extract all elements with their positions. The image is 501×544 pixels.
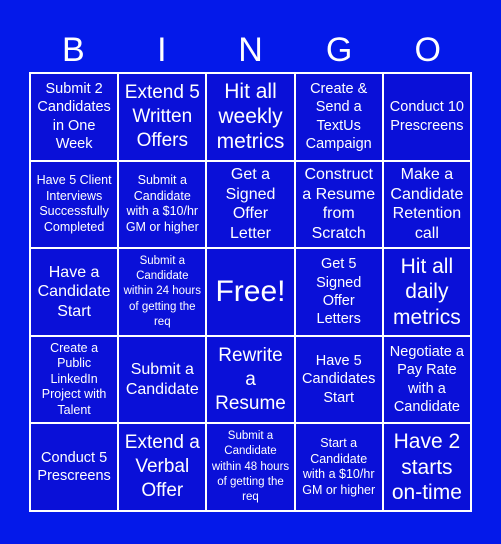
cell-text: Get 5 Signed Offer Letters	[316, 256, 362, 328]
bingo-cell-r2c1[interactable]: Have 5 Client Interviews Successfully Co…	[31, 161, 118, 248]
cell-text: Hit all weekly metrics	[216, 80, 285, 154]
cell-text: Submit a Candidate	[125, 361, 199, 398]
bingo-cell-r4c2[interactable]: Submit a Candidate	[119, 336, 206, 423]
bingo-cell-r5c2[interactable]: Extend a Verbal Offer	[119, 424, 206, 510]
bingo-cell-r3c5[interactable]: Hit all daily metrics	[383, 249, 470, 335]
bingo-cell-r1c2[interactable]: Extend 5 Written Offers	[119, 74, 206, 160]
bingo-cell-r4c3[interactable]: Rewrite a Resume	[207, 336, 294, 423]
cell-text: Extend a Verbal Offer	[124, 432, 200, 502]
bingo-cell-r4c5[interactable]: Negotiate a Pay Rate with a Candidate	[383, 336, 470, 423]
header-letter-o: O	[414, 31, 441, 69]
bingo-cell-r3c2[interactable]: Submit a Candidate within 24 hours of ge…	[119, 249, 206, 335]
cell-text: Make a Candidate Retention call	[390, 166, 464, 242]
header-letter-i: I	[157, 31, 167, 69]
bingo-header: B I N G O	[29, 28, 472, 72]
cell-text: Extend 5 Written Offers	[124, 81, 200, 151]
bingo-cell-r2c2[interactable]: Submit a Candidate with a $10/hr GM or h…	[119, 161, 206, 248]
cell-text: Start a Candidate with a $10/hr GM or hi…	[302, 435, 376, 497]
bingo-cell-r5c3[interactable]: Submit a Candidate within 48 hours of ge…	[207, 424, 294, 510]
bingo-cell-r2c5[interactable]: Make a Candidate Retention call	[383, 161, 470, 248]
cell-text: Submit 2 Candidates in One Week	[37, 80, 111, 153]
header-letter-g: G	[325, 31, 353, 69]
cell-text: Submit a Candidate within 48 hours of ge…	[211, 430, 290, 503]
cell-text: Submit a Candidate with a $10/hr GM or h…	[125, 173, 199, 235]
cell-text: Get a Signed Offer Letter	[225, 166, 276, 242]
bingo-cell-r2c3[interactable]: Get a Signed Offer Letter	[207, 161, 294, 248]
cell-text: Construct a Resume from Scratch	[302, 166, 376, 242]
bingo-cell-r4c4[interactable]: Have 5 Candidates Start	[295, 336, 382, 423]
cell-text: Have 5 Client Interviews Successfully Co…	[36, 173, 112, 235]
cell-text: Conduct 10 Prescreens	[389, 99, 464, 134]
bingo-cell-r5c1[interactable]: Conduct 5 Prescreens	[31, 424, 118, 510]
bingo-cell-r2c4[interactable]: Construct a Resume from Scratch	[295, 161, 382, 248]
bingo-cell-free[interactable]: Free!	[207, 249, 294, 335]
bingo-cell-r1c4[interactable]: Create & Send a TextUs Campaign	[295, 74, 382, 160]
bingo-cell-r1c1[interactable]: Submit 2 Candidates in One Week	[31, 74, 118, 160]
cell-text: Have a Candidate Start	[37, 263, 111, 320]
bingo-cell-r1c3[interactable]: Hit all weekly metrics	[207, 74, 294, 160]
cell-text: Hit all daily metrics	[393, 255, 461, 329]
bingo-cell-r3c1[interactable]: Have a Candidate Start	[31, 249, 118, 335]
bingo-cell-r5c5[interactable]: Have 2 starts on-time	[383, 424, 470, 510]
cell-text: Negotiate a Pay Rate with a Candidate	[389, 343, 464, 415]
cell-text: Create a Public LinkedIn Project with Ta…	[41, 340, 107, 418]
bingo-cell-r3c4[interactable]: Get 5 Signed Offer Letters	[295, 249, 382, 335]
bingo-cell-r1c5[interactable]: Conduct 10 Prescreens	[383, 74, 470, 160]
cell-text: Rewrite a Resume	[215, 344, 286, 414]
cell-text: Create & Send a TextUs Campaign	[305, 80, 372, 153]
cell-text: Have 2 starts on-time	[391, 430, 462, 504]
cell-text: Submit a Candidate within 24 hours of ge…	[123, 255, 201, 328]
cell-text: Conduct 5 Prescreens	[37, 449, 111, 485]
bingo-board: Submit 2 Candidates in One Week Extend 5…	[29, 72, 472, 512]
header-letter-n: N	[238, 31, 263, 69]
bingo-cell-r4c1[interactable]: Create a Public LinkedIn Project with Ta…	[31, 336, 118, 423]
header-letter-b: B	[61, 31, 85, 69]
cell-text: Free!	[215, 275, 286, 309]
cell-text: Have 5 Candidates Start	[302, 352, 376, 406]
bingo-cell-r5c4[interactable]: Start a Candidate with a $10/hr GM or hi…	[295, 424, 382, 510]
